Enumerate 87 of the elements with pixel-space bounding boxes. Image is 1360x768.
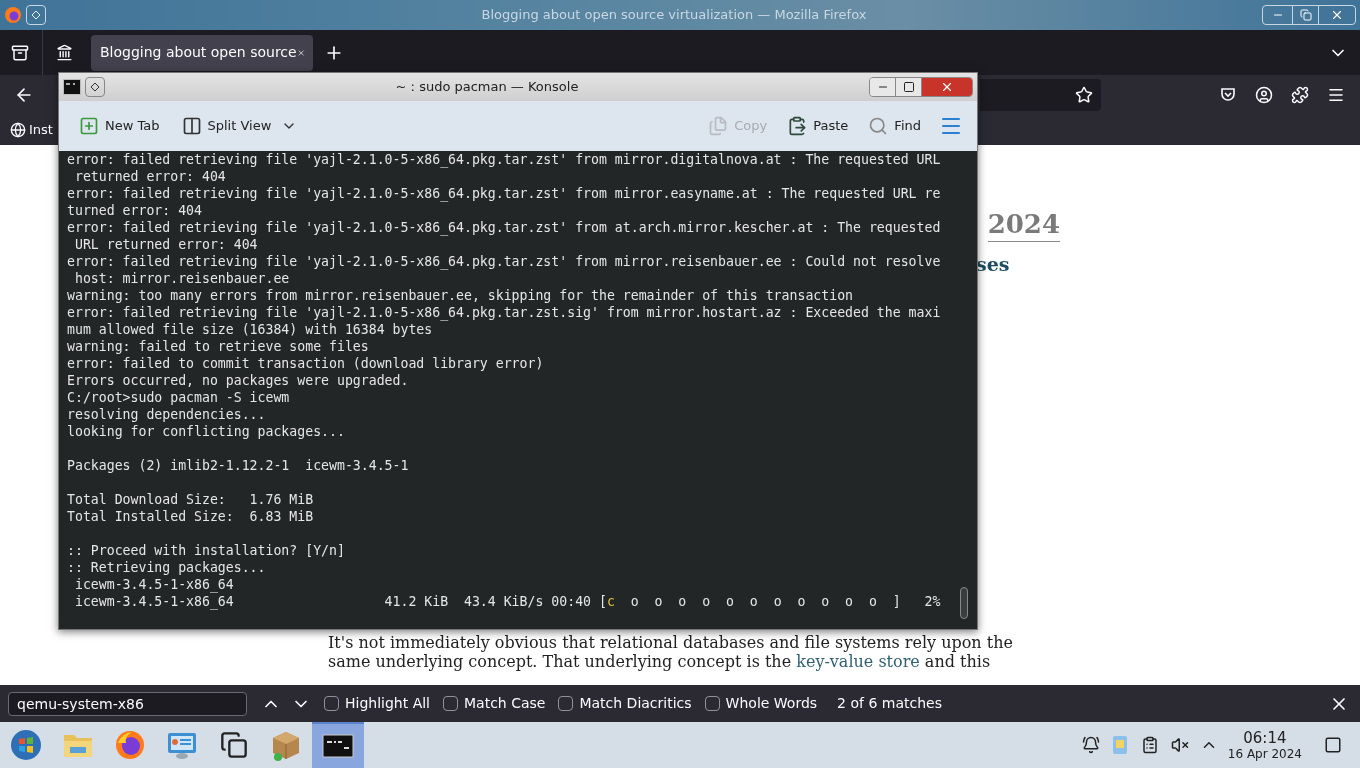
tab-title: Blogging about open source — [100, 43, 297, 62]
pocket-icon[interactable] — [1219, 86, 1237, 104]
new-tab-button[interactable]: New Tab — [73, 110, 166, 142]
terminal-text: o o o o o o o o o o o ] 2% — [629, 593, 941, 610]
menu-icon[interactable] — [1327, 86, 1345, 104]
terminal-line: Errors occurred, no packages were upgraded. — [67, 372, 409, 389]
terminal-line: error: failed retrieving file 'yajl-2.1.0-5-x86_64.pkg.tar.zst' from mirror.easyname.at : The requested URL re — [67, 185, 941, 202]
find-field[interactable]: qemu-system-x86 — [8, 691, 247, 716]
archive-icon[interactable] — [11, 43, 29, 62]
copy-icon — [708, 116, 729, 136]
diamond-icon — [31, 10, 41, 20]
restore-icon — [1299, 9, 1312, 21]
checkbox[interactable] — [324, 696, 339, 711]
columns-icon — [181, 116, 202, 136]
checkbox[interactable] — [443, 696, 458, 711]
terminal-line: :: Proceed with installation? [Y/n] — [67, 542, 345, 559]
clock-date: 16 Apr 2024 — [1227, 747, 1302, 760]
terminal-text: c — [606, 593, 615, 610]
show-desktop-icon[interactable] — [1324, 736, 1342, 754]
find-button[interactable]: Find — [862, 110, 927, 142]
inline-link[interactable]: key-value store — [796, 651, 920, 671]
terminal-line: warning: failed to retrieve some files — [67, 338, 369, 355]
terminal-line: error: failed retrieving file 'yajl-2.1.0-5-x86_64.pkg.tar.zst' from mirror.digitalnova.at : The requested URL — [67, 151, 941, 168]
control-panel-icon — [166, 730, 198, 760]
firefox-icon — [4, 6, 22, 24]
scrollbar-thumb[interactable] — [960, 587, 968, 619]
post-title[interactable]: ses — [976, 253, 1010, 275]
terminal-line: error: failed retrieving file 'yajl-2.1.0-5-x86_64.pkg.tar.zst.sig' from mirror.hostart.az : Exceeded the maxi — [67, 304, 941, 321]
paste-icon — [787, 116, 808, 136]
terminal-line: resolving dependencies... — [67, 406, 266, 423]
close-icon — [1330, 8, 1344, 22]
maximize-icon — [902, 81, 915, 93]
match-count: 2 of 6 matches — [837, 694, 942, 713]
windows-icon — [220, 731, 248, 759]
terminal-line: C:/root>sudo pacman -S icewm — [67, 389, 290, 406]
extensions-icon[interactable] — [1291, 86, 1309, 104]
clipboard-icon[interactable] — [1140, 736, 1159, 754]
close-icon — [940, 80, 954, 94]
find-option[interactable]: Match Case — [443, 693, 546, 714]
terminal-line: Total Installed Size: 6.83 MiB — [67, 508, 314, 525]
terminal-line: icewm-3.4.5-1-x86_64 — [73, 576, 234, 593]
search-icon — [868, 116, 889, 136]
bookmark-item[interactable]: Inst — [10, 120, 53, 140]
checkbox[interactable] — [704, 696, 720, 711]
url-field[interactable] — [980, 79, 1101, 111]
terminal-line: turned error: 404 — [67, 202, 202, 219]
account-icon[interactable] — [1255, 86, 1273, 104]
terminal-text: icewm-3.4.5-1-x86_64 41.2 KiB 43.4 KiB/s 00:40 [ — [73, 593, 607, 610]
terminal-line: Packages (2) imlib2-1.12.2-1 icewm-3.4.5-1 — [67, 457, 409, 474]
diamond-icon — [90, 82, 100, 92]
find-option[interactable]: Highlight All — [324, 693, 430, 714]
browser-tab[interactable]: Blogging about open source — [91, 34, 313, 71]
start-orb-icon — [10, 729, 42, 761]
clock[interactable]: 06:14 16 Apr 2024 — [1227, 730, 1302, 760]
firefox-icon — [114, 729, 146, 761]
terminal-line: mum allowed file size (16384) with 16384 bytes — [67, 321, 433, 338]
terminal-line: warning: too many errors from mirror.reisenbauer.ee, skipping for the remainder of this transaction — [67, 287, 853, 304]
terminal-line: error: failed retrieving file 'yajl-2.1.0-5-x86_64.pkg.tar.zst' from at.arch.mirror.kescher.at : The requested — [67, 219, 941, 236]
muted-speaker-icon[interactable] — [1170, 736, 1189, 754]
terminal-line: error: failed to commit transaction (download library error) — [67, 355, 544, 372]
pin-button[interactable] — [85, 77, 105, 97]
find-option[interactable]: Whole Words — [704, 693, 818, 714]
terminal-line: returned error: 404 — [73, 168, 226, 185]
window-title: ~ : sudo pacman — Konsole — [395, 78, 579, 97]
checkbox[interactable] — [558, 696, 574, 711]
bookmark-star-icon[interactable] — [1075, 86, 1093, 104]
terminal-line: URL returned error: 404 — [73, 236, 258, 253]
landmark-icon[interactable] — [56, 44, 73, 61]
split-view-button[interactable]: Split View — [175, 110, 278, 142]
date-heading: 2024 — [987, 207, 1060, 242]
terminal-line: Total Download Size: 1.76 MiB — [67, 491, 314, 508]
find-option[interactable]: Match Diacritics — [558, 693, 692, 714]
terminal-line: error: failed retrieving file 'yajl-2.1.0-5-x86_64.pkg.tar.zst' from mirror.reisenbauer.ee : Could not resolve — [67, 253, 941, 270]
window-title: Blogging about open source virtualization — Mozilla Firefox — [480, 6, 868, 25]
clock-time: 06:14 — [1243, 730, 1287, 746]
globe-icon — [10, 122, 26, 138]
terminal-icon — [322, 734, 354, 758]
paste-button[interactable]: Paste — [781, 110, 855, 142]
terminal-icon — [63, 79, 81, 95]
terminal-line: looking for conflicting packages... — [67, 423, 345, 440]
terminal-taskbar-button[interactable] — [312, 722, 364, 768]
maximize-button[interactable] — [896, 78, 922, 96]
new-tab-icon — [79, 116, 99, 136]
article-paragraph: It's not immediately obvious that relational databases and file systems rely upon the same underlying concept. That underlying concept is the key-value store and this — [328, 634, 1014, 671]
terminal-line: :: Retrieving packages... — [67, 559, 266, 576]
terminal-line: host: mirror.reisenbauer.ee — [73, 270, 290, 287]
bell-icon[interactable] — [1081, 736, 1100, 754]
